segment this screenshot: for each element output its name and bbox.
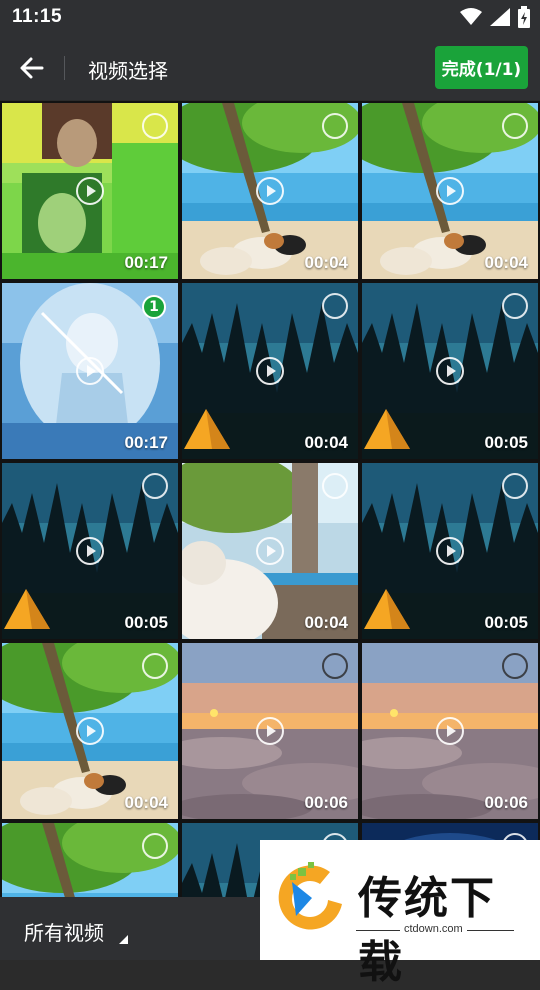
- select-circle-icon[interactable]: [502, 473, 528, 499]
- select-circle-icon[interactable]: [142, 113, 168, 139]
- play-icon: [76, 357, 104, 385]
- video-thumbnail[interactable]: 00:05: [2, 463, 178, 639]
- play-icon: [436, 357, 464, 385]
- play-icon: [76, 537, 104, 565]
- video-thumbnail[interactable]: 00:17: [2, 103, 178, 279]
- play-icon: [256, 537, 284, 565]
- video-duration: 00:05: [124, 613, 168, 632]
- video-duration: 00:17: [124, 253, 168, 272]
- video-duration: 00:06: [484, 793, 528, 812]
- video-grid: 00:17 00:04 00:04 1 00:17 00:04 00:05 00…: [0, 101, 540, 897]
- video-thumbnail[interactable]: 00:04: [2, 643, 178, 819]
- video-duration: 00:04: [304, 613, 348, 632]
- watermark: 传统下载 ctdown.com: [260, 840, 540, 988]
- status-time: 11:15: [12, 6, 63, 27]
- select-circle-icon[interactable]: [502, 113, 528, 139]
- select-circle-icon[interactable]: [322, 293, 348, 319]
- done-button[interactable]: 完成(1/1): [435, 46, 528, 89]
- video-duration: 00:04: [304, 253, 348, 272]
- page-title: 视频选择: [88, 59, 168, 83]
- selection-order-badge[interactable]: 1: [142, 295, 166, 319]
- video-duration: 00:05: [484, 433, 528, 452]
- play-icon: [256, 357, 284, 385]
- video-duration: 00:05: [484, 613, 528, 632]
- select-circle-icon[interactable]: [322, 473, 348, 499]
- select-circle-icon[interactable]: [322, 653, 348, 679]
- video-duration: 00:04: [304, 433, 348, 452]
- video-thumbnail[interactable]: [2, 823, 178, 897]
- select-circle-icon[interactable]: [322, 113, 348, 139]
- watermark-logo-icon: [278, 862, 342, 930]
- play-icon: [76, 717, 104, 745]
- album-selector[interactable]: 所有视频: [0, 897, 260, 960]
- video-duration: 00:06: [304, 793, 348, 812]
- app-bar: 视频选择 完成(1/1): [0, 36, 540, 100]
- play-icon: [436, 177, 464, 205]
- status-bar: 11:15: [0, 0, 540, 36]
- battery-icon: [518, 6, 530, 28]
- select-circle-icon[interactable]: [142, 473, 168, 499]
- play-icon: [76, 177, 104, 205]
- video-thumbnail[interactable]: 00:04: [182, 463, 358, 639]
- status-icons: [460, 6, 530, 28]
- app-bar-divider: [64, 56, 65, 80]
- select-circle-icon[interactable]: [502, 653, 528, 679]
- video-thumbnail[interactable]: 00:05: [362, 463, 538, 639]
- play-icon: [256, 177, 284, 205]
- video-duration: 00:04: [124, 793, 168, 812]
- select-circle-icon[interactable]: [502, 293, 528, 319]
- wifi-icon: [460, 8, 482, 25]
- back-arrow-icon[interactable]: [14, 50, 50, 86]
- signal-icon: [490, 8, 510, 26]
- video-duration: 00:04: [484, 253, 528, 272]
- play-icon: [256, 717, 284, 745]
- play-icon: [436, 717, 464, 745]
- video-thumbnail[interactable]: 00:06: [362, 643, 538, 819]
- video-duration: 00:17: [124, 433, 168, 452]
- video-thumbnail[interactable]: 00:04: [362, 103, 538, 279]
- play-icon: [436, 537, 464, 565]
- video-thumbnail[interactable]: 00:05: [362, 283, 538, 459]
- watermark-domain: ctdown.com: [400, 923, 467, 935]
- select-circle-icon[interactable]: [142, 833, 168, 859]
- video-thumbnail[interactable]: 00:04: [182, 103, 358, 279]
- video-thumbnail[interactable]: 00:06: [182, 643, 358, 819]
- album-label: 所有视频: [24, 921, 104, 945]
- select-circle-icon[interactable]: [142, 653, 168, 679]
- caret-icon: [119, 935, 128, 944]
- video-thumbnail[interactable]: 1 00:17: [2, 283, 178, 459]
- video-thumbnail[interactable]: 00:04: [182, 283, 358, 459]
